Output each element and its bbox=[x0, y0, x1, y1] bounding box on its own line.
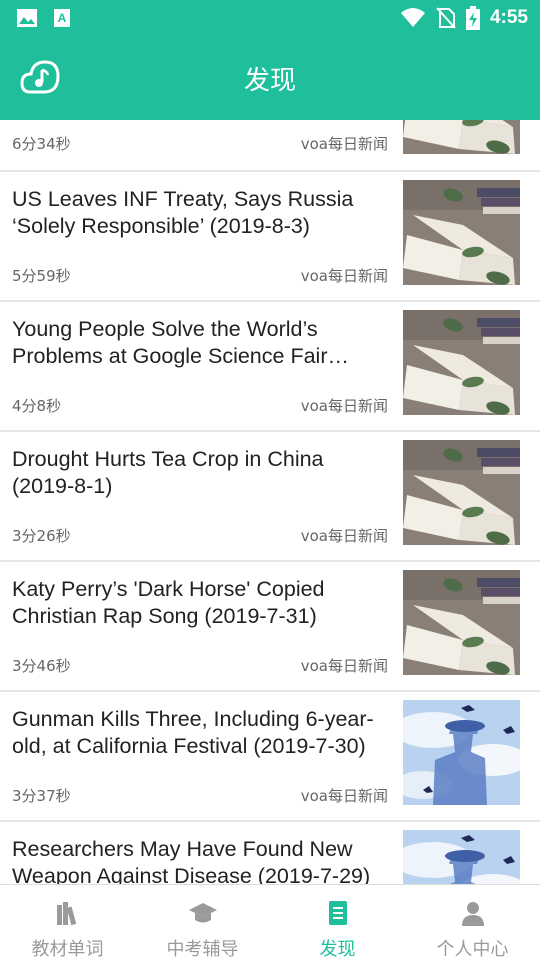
tab-textbook-words[interactable]: 教材单词 bbox=[0, 885, 135, 960]
item-thumbnail bbox=[403, 310, 520, 415]
item-source: voa每日新闻 bbox=[300, 787, 388, 805]
item-duration: 3分46秒 bbox=[12, 657, 71, 675]
item-duration: 4分8秒 bbox=[12, 397, 62, 415]
item-title: Researchers May Have Found New Weapon Ag… bbox=[12, 837, 371, 884]
document-icon bbox=[329, 901, 347, 925]
graduation-cap-icon bbox=[189, 903, 217, 923]
item-title: Drought Hurts Tea Crop in China (2019-8-… bbox=[12, 447, 324, 498]
item-title: Gunman Kills Three, Including 6-year-old… bbox=[12, 707, 374, 758]
no-sim-icon bbox=[436, 7, 456, 29]
item-thumbnail bbox=[403, 570, 520, 675]
list-item[interactable]: Gunman Kills Three, Including 6-year-old… bbox=[0, 692, 540, 822]
news-list[interactable]: 6分34秒 voa每日新闻 US Leaves INF Treaty, Says… bbox=[0, 120, 540, 884]
status-bar: A 4:55 bbox=[0, 0, 540, 38]
person-icon bbox=[462, 902, 484, 926]
bottom-tab-bar: 教材单词 中考辅导 发现 个人中心 bbox=[0, 884, 540, 960]
list-item[interactable]: Katy Perry’s 'Dark Horse' Copied Christi… bbox=[0, 562, 540, 692]
list-item[interactable]: Young People Solve the World’s Problems … bbox=[0, 302, 540, 432]
item-duration: 6分34秒 bbox=[12, 135, 71, 153]
item-thumbnail bbox=[403, 700, 520, 805]
tab-exam-tutoring[interactable]: 中考辅导 bbox=[135, 885, 270, 960]
tab-profile[interactable]: 个人中心 bbox=[405, 885, 540, 960]
item-title: Katy Perry’s 'Dark Horse' Copied Christi… bbox=[12, 577, 325, 628]
item-source: voa每日新闻 bbox=[300, 527, 388, 545]
app-bar: 发现 bbox=[0, 38, 540, 120]
battery-charging-icon bbox=[465, 6, 480, 30]
tab-label: 教材单词 bbox=[31, 939, 104, 960]
page-title: 发现 bbox=[243, 66, 296, 96]
item-source: voa每日新闻 bbox=[300, 267, 388, 285]
list-item[interactable]: US Leaves INF Treaty, Says Russia ‘Solel… bbox=[0, 172, 540, 302]
list-item[interactable]: 6分34秒 voa每日新闻 bbox=[0, 120, 540, 172]
list-item[interactable]: Researchers May Have Found New Weapon Ag… bbox=[0, 822, 540, 884]
tab-label: 发现 bbox=[319, 939, 356, 960]
svg-text:A: A bbox=[58, 11, 67, 25]
item-source: voa每日新闻 bbox=[300, 397, 388, 415]
item-thumbnail bbox=[403, 120, 520, 154]
tab-label: 个人中心 bbox=[436, 939, 509, 960]
item-source: voa每日新闻 bbox=[300, 135, 388, 153]
item-thumbnail bbox=[403, 180, 520, 285]
status-time: 4:55 bbox=[489, 7, 528, 28]
item-duration: 3分26秒 bbox=[12, 527, 71, 545]
image-icon bbox=[17, 9, 37, 27]
app-a-icon: A bbox=[54, 9, 70, 27]
item-thumbnail bbox=[403, 830, 520, 884]
wifi-icon bbox=[400, 8, 425, 27]
item-title: Young People Solve the World’s Problems … bbox=[12, 317, 328, 368]
tab-discover[interactable]: 发现 bbox=[270, 885, 405, 960]
item-source: voa每日新闻 bbox=[300, 657, 388, 675]
list-item[interactable]: Drought Hurts Tea Crop in China (2019-8-… bbox=[0, 432, 540, 562]
item-duration: 3分37秒 bbox=[12, 787, 71, 805]
tab-label: 中考辅导 bbox=[166, 939, 239, 960]
books-icon bbox=[57, 902, 77, 926]
item-duration: 5分59秒 bbox=[12, 267, 71, 285]
item-thumbnail bbox=[403, 440, 520, 545]
item-title: US Leaves INF Treaty, Says Russia ‘Solel… bbox=[12, 187, 354, 238]
